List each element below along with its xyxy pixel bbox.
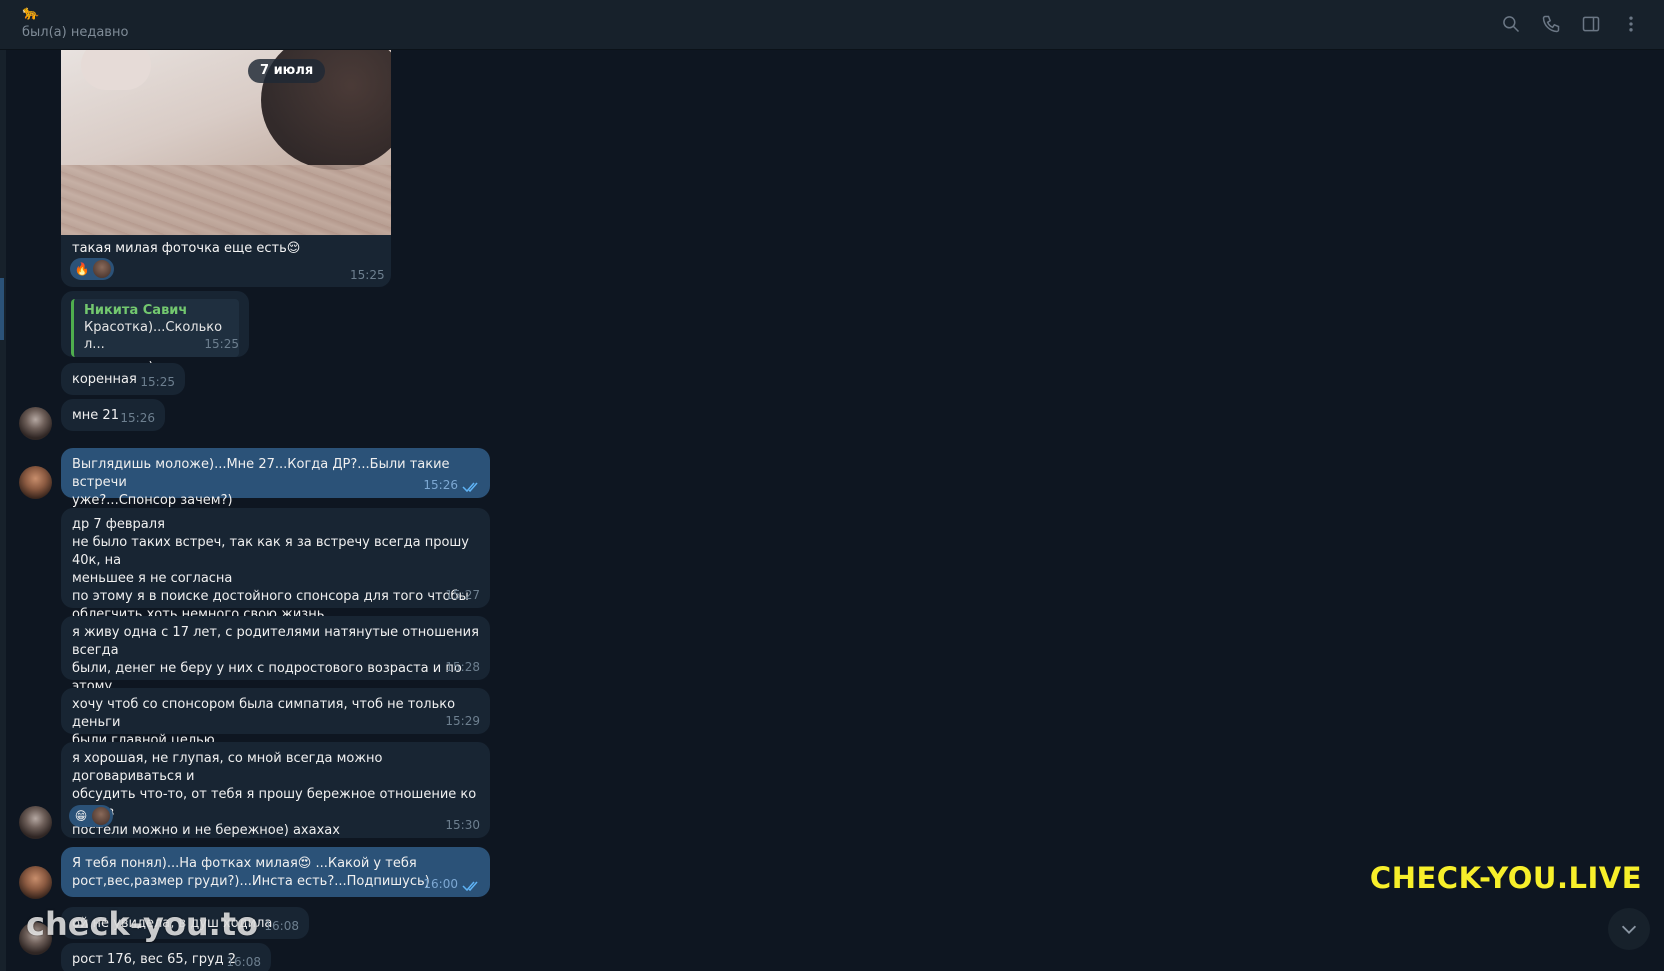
message-bubble[interactable]: др 7 февраля не было таких встреч, так к… [61, 508, 490, 622]
more-vert-icon[interactable] [1620, 13, 1642, 35]
phone-icon[interactable] [1540, 13, 1562, 35]
date-separator: 7 июля [248, 59, 326, 83]
chat-title[interactable]: 🐆 [22, 5, 39, 21]
photo-caption: такая милая фоточка еще есть😌 [72, 241, 301, 256]
message-time: 15:29 [445, 714, 480, 728]
message-time: 15:26 [120, 411, 155, 425]
fire-reaction[interactable]: 🔥 [73, 260, 91, 278]
reactions-bar[interactable]: 😁 [69, 805, 113, 827]
message-text: я хорошая, не глупая, со мной всегда мож… [72, 751, 477, 838]
search-icon[interactable] [1500, 13, 1522, 35]
sender-avatar[interactable] [19, 806, 52, 839]
double-check-icon [462, 880, 482, 892]
reactions-bar[interactable]: 🔥 [70, 258, 114, 280]
message-list[interactable]: 7 июля такая милая фоточка еще есть😌 🔥 1… [6, 50, 1664, 971]
message-time: 15:25 [350, 268, 385, 282]
chevron-down-icon [1621, 925, 1637, 934]
message-time: 15:25 [140, 375, 175, 389]
outgoing-message-bubble[interactable]: Я тебя понял)...На фотках милая😍 ...Како… [61, 847, 490, 897]
grin-reaction[interactable]: 😁 [72, 807, 90, 825]
message-bubble[interactable]: рост 176, вес 65, груд 2 16:08 [61, 943, 271, 971]
sender-avatar[interactable] [19, 866, 52, 899]
reaction-avatar [93, 260, 111, 278]
message-time: 15:27 [445, 588, 480, 602]
watermark-check-you-to: check-you.to [26, 905, 259, 943]
sender-avatar[interactable] [19, 466, 52, 499]
last-seen-status: был(а) недавно [22, 25, 129, 40]
message-time: 16:00 [423, 877, 458, 891]
message-bubble[interactable]: Никита Савич Красотка)...Сколько л... я … [61, 291, 249, 375]
chat-header: 🐆 был(а) недавно [0, 0, 1664, 50]
message-time: 15:28 [445, 660, 480, 674]
message-time: 15:30 [445, 818, 480, 832]
reply-author: Никита Савич [84, 303, 188, 318]
photo-image[interactable] [61, 50, 391, 235]
message-bubble[interactable]: хочу чтоб со спонсором была симпатия, чт… [61, 688, 490, 748]
message-bubble[interactable]: я живу одна с 17 лет, с родителями натян… [61, 616, 490, 712]
photo-fabric-shape [61, 165, 391, 235]
left-panel-accent [0, 278, 4, 340]
photo-hand-shape [81, 50, 151, 90]
scroll-down-button[interactable] [1608, 908, 1650, 950]
message-time: 15:25 [204, 337, 239, 351]
sidebar-toggle-icon[interactable] [1580, 13, 1602, 35]
message-time: 16:08 [264, 919, 299, 933]
telegram-chat-window: 🐆 был(а) недавно 7 июля такая милая фото… [0, 0, 1664, 971]
message-text: др 7 февраля не было таких встреч, так к… [72, 517, 469, 622]
message-bubble[interactable]: коренная 15:25 [61, 363, 185, 395]
watermark-check-you-live: CHECK-YOU.LIVE [1369, 861, 1642, 895]
outgoing-message-bubble[interactable]: Выглядишь моложе)...Мне 27...Когда ДР?..… [61, 448, 490, 508]
message-time: 16:08 [226, 955, 261, 969]
double-check-icon [462, 481, 482, 493]
message-bubble[interactable]: мне 21 15:26 [61, 399, 165, 431]
sender-avatar[interactable] [19, 407, 52, 440]
message-time: 15:26 [423, 478, 458, 492]
message-bubble[interactable]: я хорошая, не глупая, со мной всегда мож… [61, 742, 490, 838]
header-actions [1500, 13, 1642, 35]
reaction-avatar [92, 807, 110, 825]
